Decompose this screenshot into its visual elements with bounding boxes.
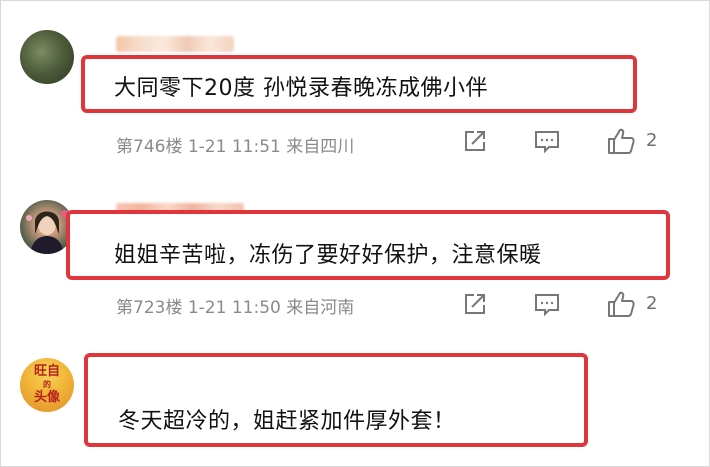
avatar-text-line: 的	[43, 379, 51, 389]
thumbs-up-icon[interactable]	[606, 289, 636, 319]
avatar-text-line: 旺自	[33, 364, 60, 379]
comment-icon[interactable]	[534, 292, 560, 318]
share-icon[interactable]	[462, 128, 488, 154]
avatar[interactable]: 旺自 的 头像	[20, 358, 74, 412]
comment-text: 大同零下20度 孙悦录春晚冻成佛小伴	[114, 76, 488, 101]
avatar-text-line: 头像	[33, 390, 60, 405]
avatar[interactable]	[20, 30, 74, 84]
comment-text: 姐姐辛苦啦，冻伤了要好好保护，注意保暖	[114, 243, 542, 268]
comment-icon[interactable]	[534, 129, 560, 155]
comment-meta: 第723楼 1-21 11:50 来自河南	[116, 298, 355, 318]
share-icon[interactable]	[462, 291, 488, 317]
like-count: 2	[646, 130, 658, 151]
username-blurred[interactable]	[116, 36, 234, 52]
like-count: 2	[646, 293, 658, 314]
comment-meta: 第746楼 1-21 11:51 来自四川	[116, 137, 355, 157]
thumbs-up-icon[interactable]	[606, 126, 636, 156]
comment-text: 冬天超冷的，姐赶紧加件厚外套！	[118, 409, 456, 434]
